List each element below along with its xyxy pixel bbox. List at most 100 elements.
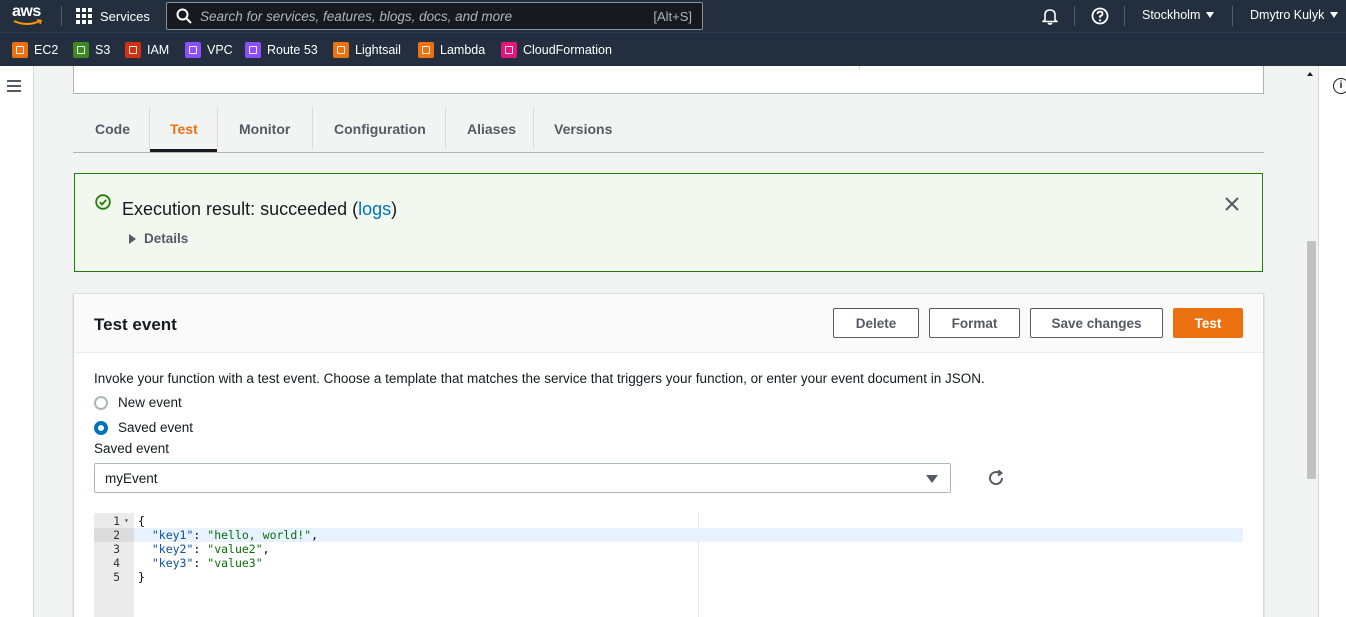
favorite-label: Lightsail (355, 43, 401, 57)
saved-event-label: Saved event (94, 441, 170, 456)
services-label: Services (100, 8, 150, 24)
nav-divider (1124, 6, 1125, 26)
search-bar[interactable]: [Alt+S] (166, 2, 703, 30)
saved-event-select[interactable]: myEvent (94, 463, 951, 493)
radio-saved-event[interactable]: Saved event (94, 420, 193, 435)
bell-icon[interactable] (1041, 7, 1059, 25)
info-icon[interactable]: i (1333, 78, 1346, 94)
panel-title: Test event (94, 315, 177, 334)
scrollbar-thumb[interactable] (1307, 241, 1316, 479)
right-rail: i (1318, 66, 1346, 617)
selected-event-value: myEvent (105, 470, 158, 486)
radio-button[interactable] (94, 395, 108, 410)
favorite-cloudformation[interactable]: CloudFormation (501, 42, 612, 58)
favorite-label: EC2 (34, 43, 59, 57)
favorite-s3[interactable]: S3 (73, 42, 110, 58)
grid-icon (76, 8, 92, 24)
tab-divider (533, 108, 534, 148)
tab-configuration[interactable]: Configuration (334, 106, 426, 152)
services-menu-button[interactable]: Services (76, 6, 150, 26)
code-text: "key1": "hello, world!", (151, 528, 319, 542)
execution-result-title: Execution result: succeeded (logs) (122, 199, 397, 220)
radio-label: Saved event (118, 420, 194, 435)
search-input[interactable] (192, 4, 654, 28)
save-changes-button[interactable]: Save changes (1030, 308, 1163, 338)
favorite-iam[interactable]: IAM (125, 42, 169, 58)
lightsail-icon (333, 42, 349, 58)
tab-monitor[interactable]: Monitor (239, 106, 290, 152)
editor-line: 1 ▾ { (94, 514, 1243, 528)
favorite-ec2[interactable]: EC2 (12, 42, 58, 58)
cloudformation-icon (501, 42, 517, 58)
tab-versions[interactable]: Versions (554, 106, 612, 152)
event-json-editor[interactable]: 1 ▾ { 2 "key1": "hello, world!", 3 "key2… (94, 513, 1243, 617)
nav-divider (1074, 6, 1075, 26)
aws-logo[interactable]: aws (12, 3, 46, 29)
radio-label: New event (118, 395, 182, 410)
editor-line: 3 "key2": "value2", (94, 542, 1243, 556)
result-text-end: ) (391, 199, 398, 219)
ec2-icon (12, 42, 28, 58)
tab-label: Aliases (467, 121, 517, 137)
panel-header: Test event Delete Format Save changes Te… (74, 294, 1263, 353)
account-menu[interactable]: Dmytro Kulyk (1250, 8, 1339, 22)
favorite-lambda[interactable]: Lambda (418, 42, 485, 58)
fold-caret-icon[interactable]: ▾ (124, 514, 129, 528)
chevron-down-icon (1206, 12, 1215, 18)
tab-label: Configuration (334, 121, 426, 137)
vpc-icon (185, 42, 201, 58)
refresh-icon[interactable] (986, 468, 1006, 488)
search-shortcut-hint: [Alt+S] (653, 8, 692, 24)
left-rail (0, 66, 34, 617)
tab-aliases[interactable]: Aliases (467, 106, 516, 152)
execution-result-alert: Execution result: succeeded (logs) Detai… (74, 173, 1263, 272)
tab-divider (217, 108, 218, 148)
region-label: Stockholm (1142, 8, 1201, 22)
tab-divider (312, 108, 313, 148)
page-scrollbar[interactable] (1303, 66, 1318, 617)
favorite-label: VPC (207, 43, 233, 57)
code-text: { (138, 514, 145, 528)
tab-test[interactable]: Test (170, 106, 198, 152)
code-text: } (138, 570, 145, 584)
caret-right-icon (129, 233, 136, 244)
favorite-vpc[interactable]: VPC (185, 42, 233, 58)
favorite-label: CloudFormation (523, 43, 612, 57)
line-number: 2 (94, 528, 134, 542)
radio-button-selected[interactable] (94, 420, 108, 435)
scroll-up-arrow-icon[interactable] (1307, 72, 1313, 76)
favorite-label: Lambda (440, 43, 486, 57)
help-icon[interactable] (1091, 7, 1109, 25)
logs-link[interactable]: logs (358, 199, 391, 219)
tab-label: Test (170, 121, 198, 137)
favorites-bar: EC2 S3 IAM VPC Route 53 Lightsail Lambda… (0, 32, 1346, 66)
favorite-route53[interactable]: Route 53 (245, 42, 318, 58)
code-text: "key3": "value3" (151, 556, 263, 570)
json-key: "key3" (151, 556, 194, 570)
menu-icon[interactable] (7, 80, 21, 92)
format-button[interactable]: Format (929, 308, 1020, 338)
tab-label: Monitor (239, 121, 291, 137)
json-punct: , (262, 542, 270, 556)
close-icon[interactable] (1224, 196, 1240, 212)
caret-down-icon (926, 475, 938, 483)
delete-button[interactable]: Delete (833, 308, 919, 338)
json-value: "hello, world!" (207, 528, 312, 542)
tab-code[interactable]: Code (95, 106, 130, 152)
region-selector[interactable]: Stockholm (1142, 8, 1215, 22)
json-key: "key1" (151, 528, 194, 542)
lambda-icon (418, 42, 434, 58)
iam-icon (125, 42, 141, 58)
active-tab-indicator (150, 149, 217, 152)
favorite-lightsail[interactable]: Lightsail (333, 42, 401, 58)
nav-divider (61, 6, 62, 26)
radio-new-event[interactable]: New event (94, 395, 182, 410)
favorite-label: IAM (147, 43, 170, 57)
editor-line: 4 "key3": "value3" (94, 556, 1243, 570)
json-value: "value3" (207, 556, 263, 570)
chevron-down-icon (1330, 12, 1339, 18)
search-icon (176, 8, 192, 24)
test-button[interactable]: Test (1173, 308, 1243, 338)
details-expander[interactable]: Details (129, 231, 188, 246)
tab-divider (149, 108, 150, 148)
